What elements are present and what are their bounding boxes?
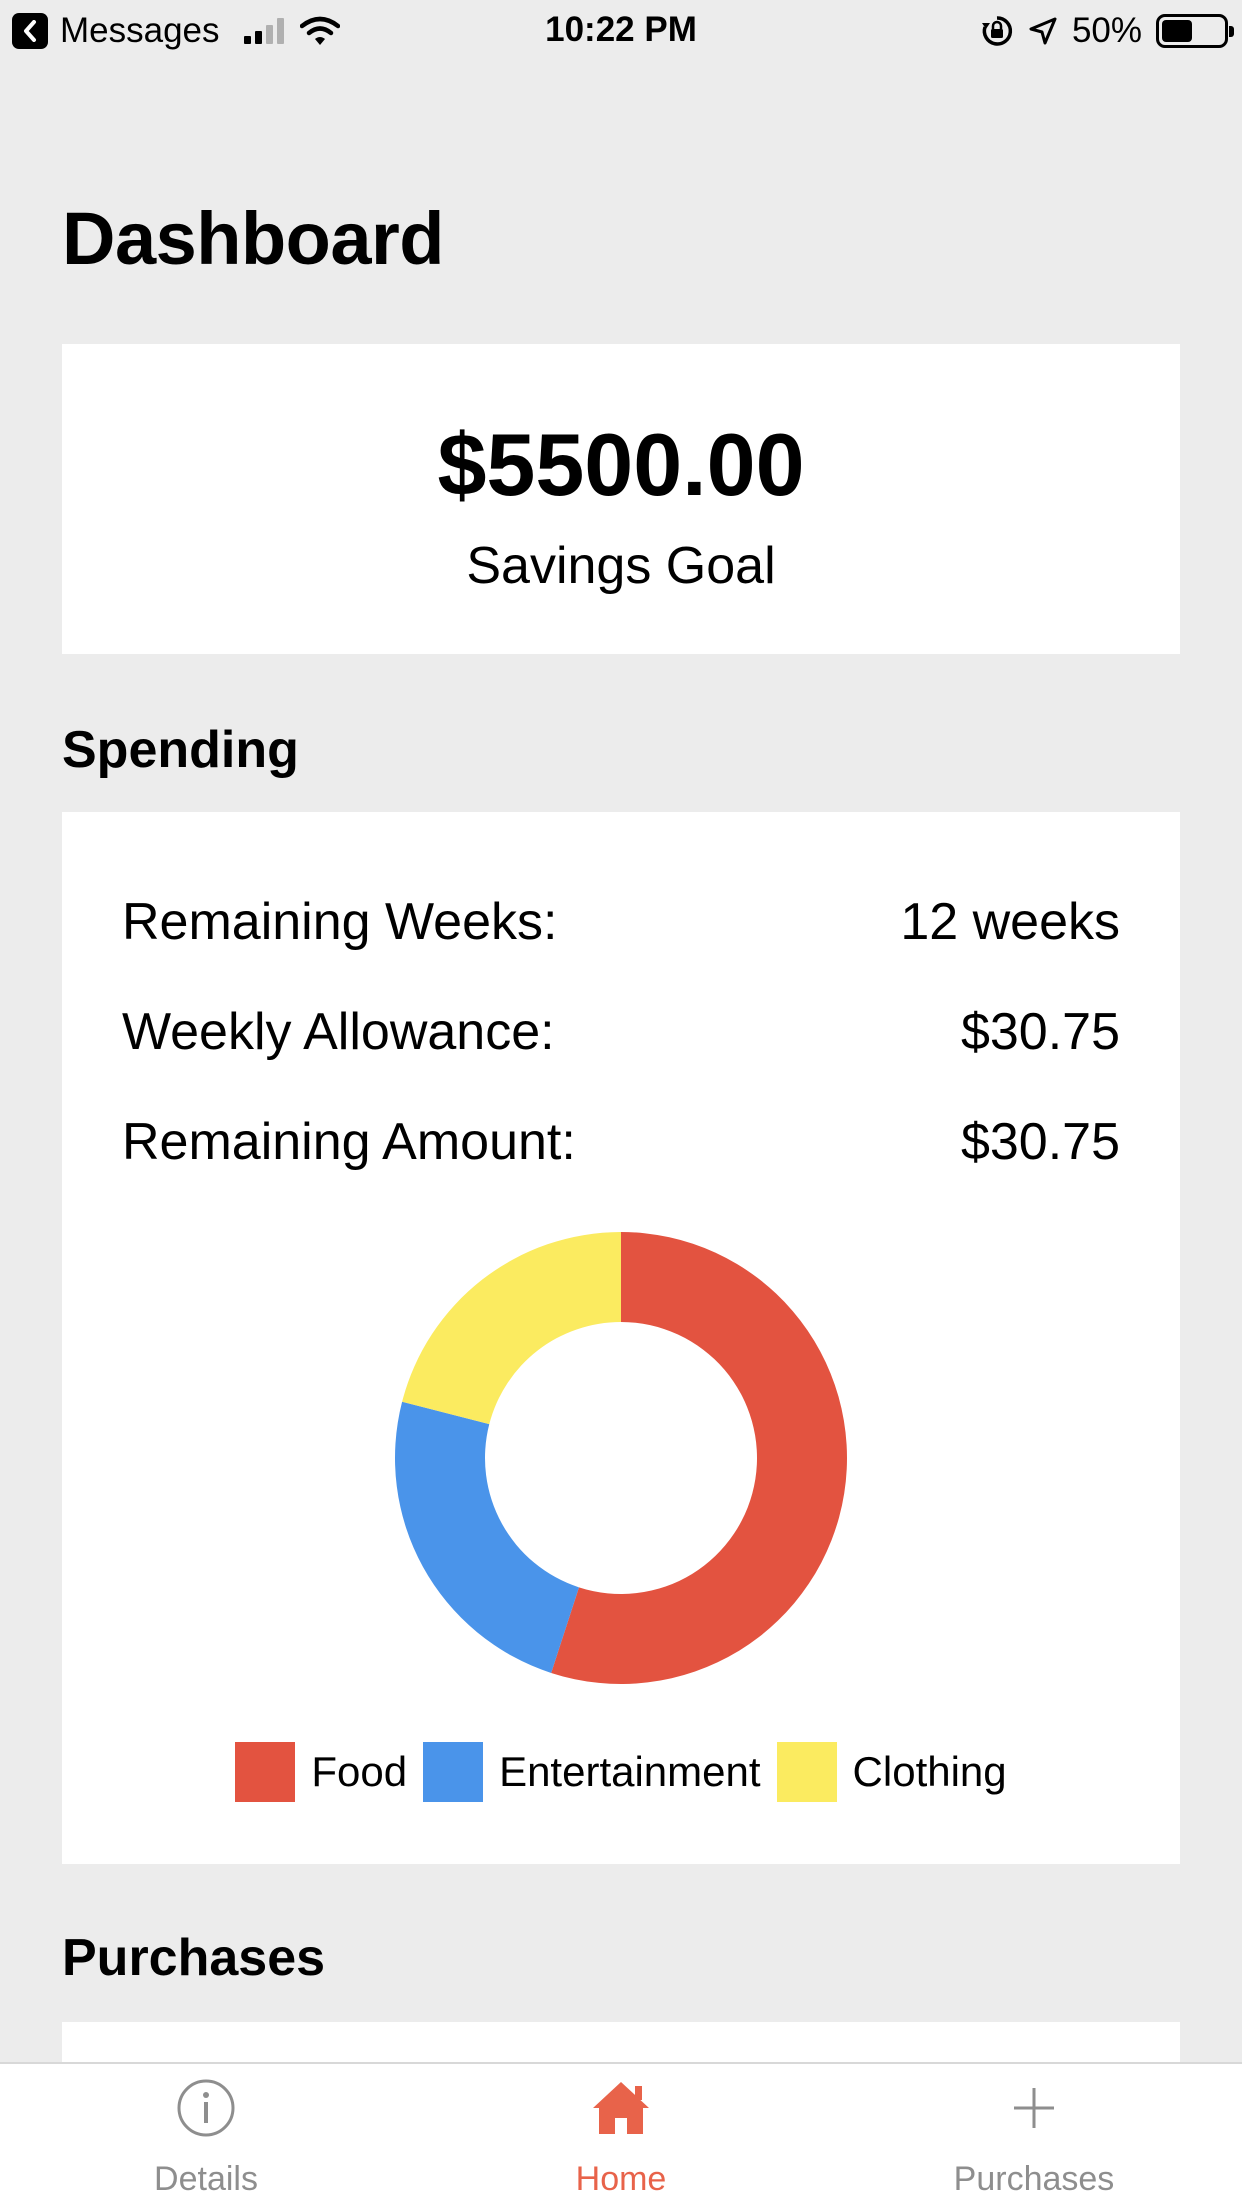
purchases-section-title: Purchases — [62, 1929, 326, 1987]
tab-purchases-label: Purchases — [953, 2160, 1115, 2198]
remaining-amount-row: Remaining Amount: $30.75 — [122, 1112, 1120, 1172]
legend-swatch — [776, 1742, 837, 1802]
legend-item-clothing: Clothing — [776, 1742, 1007, 1802]
tab-home[interactable]: Home — [471, 2064, 771, 2208]
tab-home-label: Home — [575, 2160, 667, 2198]
legend-label: Food — [311, 1748, 408, 1795]
spending-donut-chart[interactable] — [395, 1232, 847, 1684]
weekly-allowance-row: Weekly Allowance: $30.75 — [122, 1002, 1120, 1062]
savings-goal-amount: $5500.00 — [437, 415, 805, 514]
legend-swatch — [423, 1742, 484, 1802]
info-icon — [177, 2079, 235, 2137]
chart-legend: Food Entertainment Clothing — [62, 1742, 1180, 1802]
remaining-amount-label: Remaining Amount: — [122, 1113, 576, 1171]
tab-bar: Details Home Purchases — [0, 2062, 1242, 2208]
donut-slice-entertainment[interactable] — [395, 1401, 579, 1673]
location-arrow-icon — [1029, 17, 1057, 45]
legend-swatch — [235, 1742, 296, 1802]
spending-section-title: Spending — [62, 721, 299, 779]
spending-card: Remaining Weeks: 12 weeks Weekly Allowan… — [62, 812, 1180, 1864]
tab-details[interactable]: Details — [56, 2064, 356, 2208]
tab-details-label: Details — [154, 2160, 258, 2198]
status-right: 50% — [980, 11, 1234, 50]
page-title: Dashboard — [62, 197, 445, 280]
savings-goal-card: $5500.00 Savings Goal — [62, 344, 1180, 654]
home-icon — [593, 2082, 649, 2134]
weekly-allowance-label: Weekly Allowance: — [122, 1003, 555, 1061]
weekly-allowance-value: $30.75 — [960, 1003, 1120, 1061]
legend-item-food: Food — [235, 1742, 407, 1802]
tab-purchases[interactable]: Purchases — [884, 2064, 1184, 2208]
plus-icon — [1014, 2088, 1054, 2128]
legend-item-entertainment: Entertainment — [423, 1742, 761, 1802]
legend-label: Clothing — [852, 1748, 1007, 1795]
remaining-amount-value: $30.75 — [960, 1113, 1120, 1171]
purchases-card — [62, 2022, 1180, 2062]
donut-slice-clothing[interactable] — [402, 1232, 621, 1425]
remaining-weeks-label: Remaining Weeks: — [122, 893, 558, 951]
status-bar: Messages 10:22 PM 50% — [0, 0, 1242, 62]
savings-goal-label: Savings Goal — [466, 537, 776, 595]
legend-label: Entertainment — [499, 1748, 761, 1795]
remaining-weeks-value: 12 weeks — [900, 893, 1120, 951]
battery-icon — [1156, 14, 1234, 48]
remaining-weeks-row: Remaining Weeks: 12 weeks — [122, 892, 1120, 952]
rotation-lock-icon — [981, 16, 1013, 46]
battery-percent: 50% — [1071, 11, 1142, 50]
